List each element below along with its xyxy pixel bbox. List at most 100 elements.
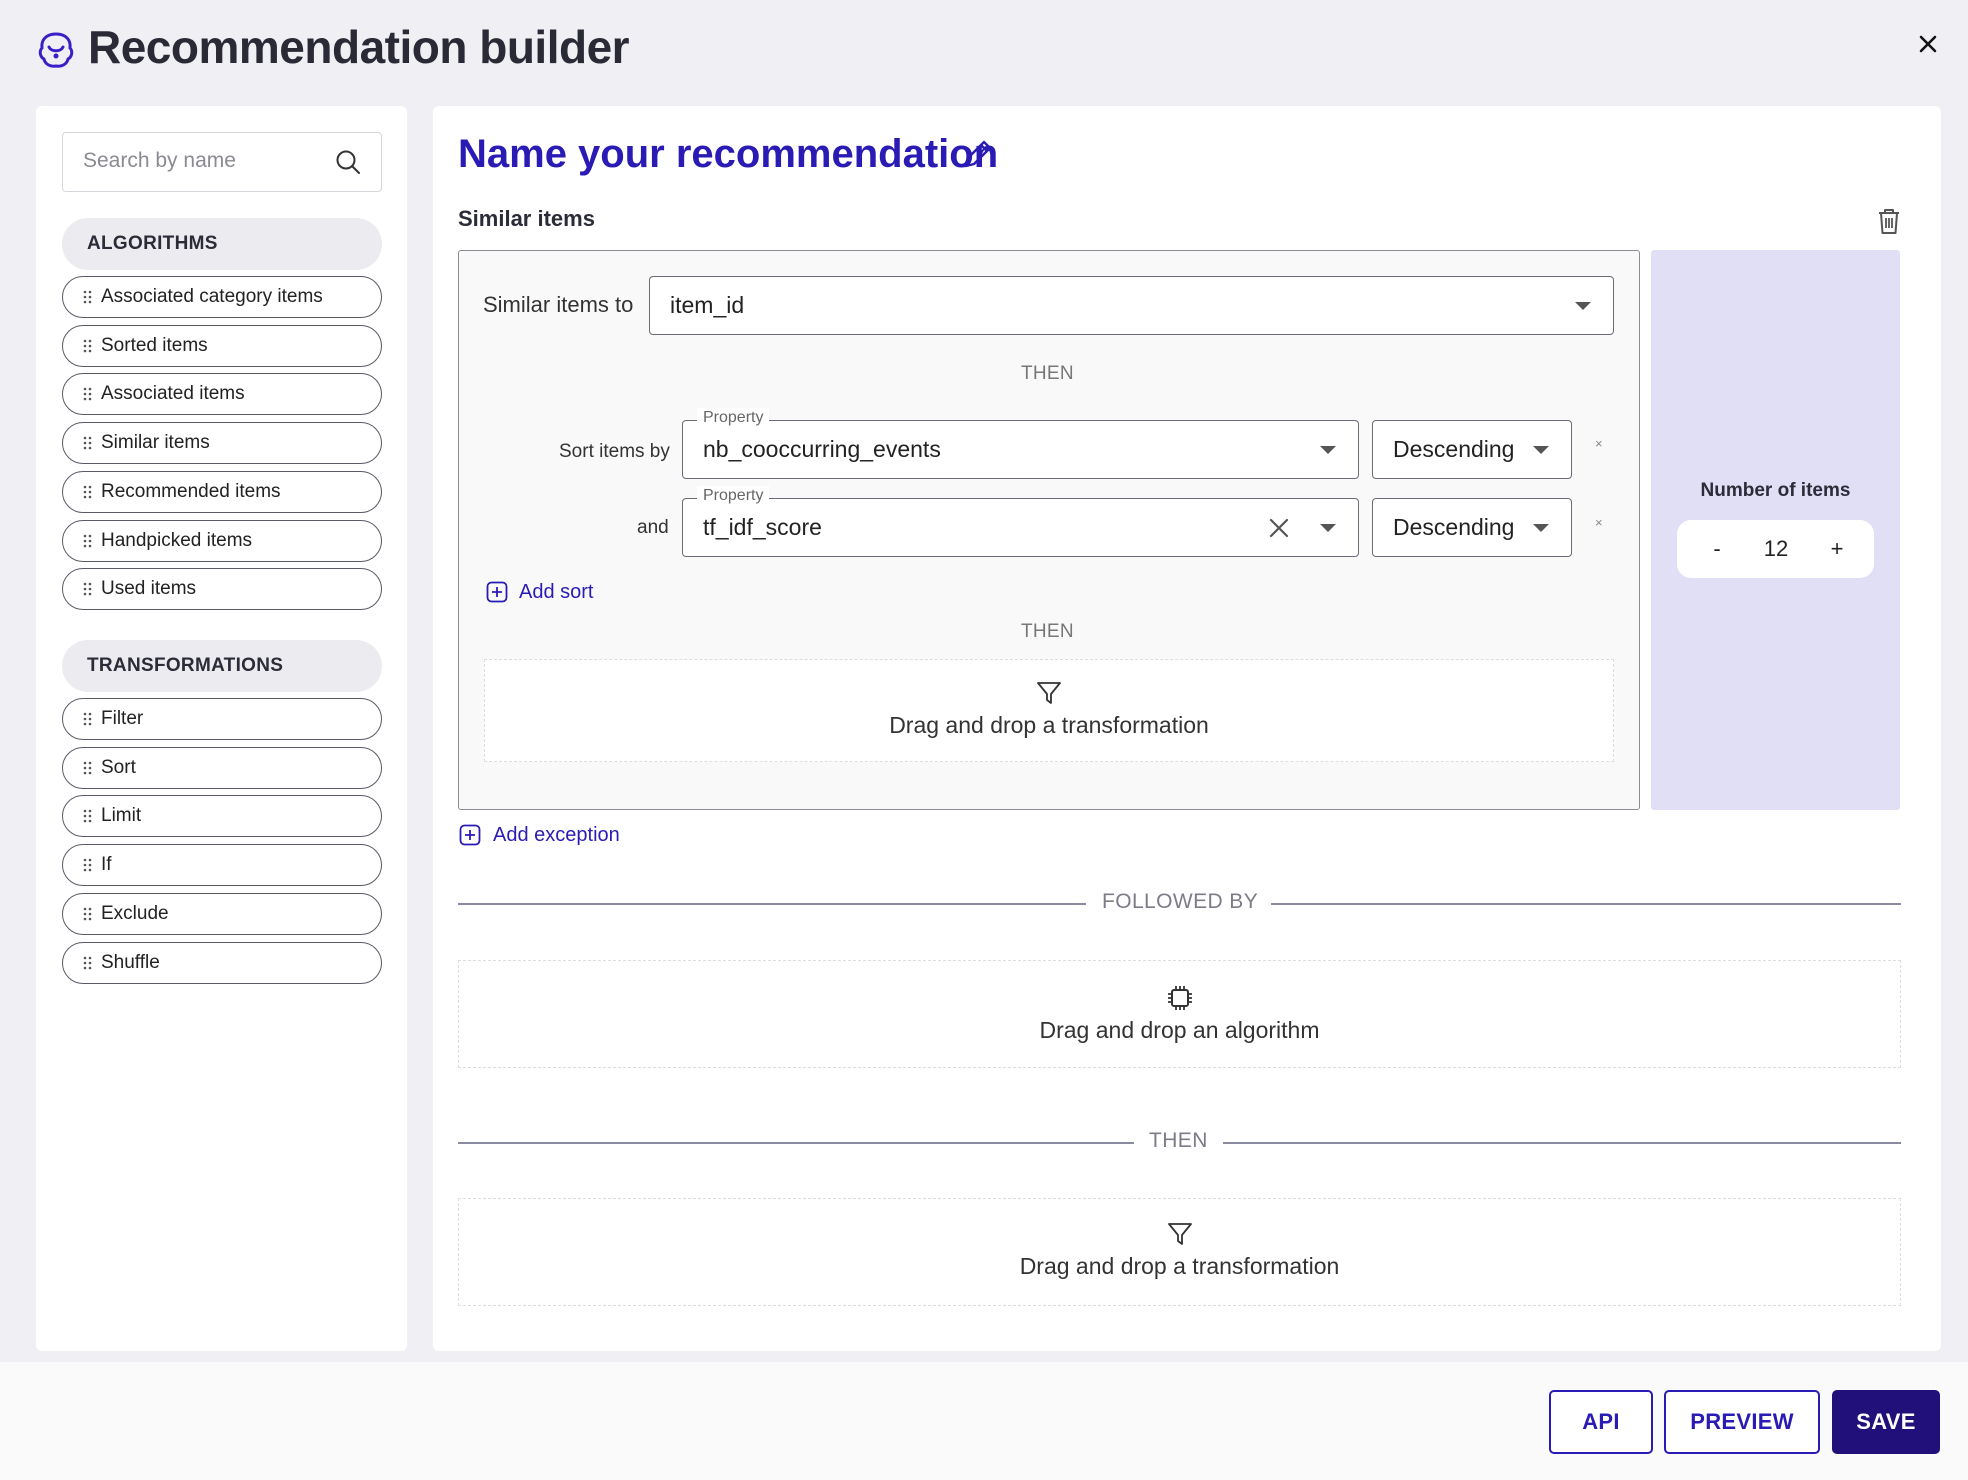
chevron-down-icon: [1320, 446, 1336, 454]
save-button[interactable]: SAVE: [1832, 1390, 1940, 1454]
algorithm-item[interactable]: Sorted items: [62, 324, 382, 367]
decrement-button[interactable]: -: [1692, 520, 1742, 578]
algorithm-item[interactable]: Associated category items: [62, 276, 382, 318]
clear-icon[interactable]: [1268, 517, 1290, 539]
transformation-item-label: Filter: [101, 708, 144, 729]
close-icon[interactable]: [1912, 28, 1944, 60]
add-square-icon[interactable]: [459, 824, 481, 846]
sort-order-value: Descending: [1393, 514, 1515, 540]
drag-handle-icon: [83, 582, 92, 596]
filter-icon: [1037, 682, 1061, 704]
similar-to-label: Similar items to: [483, 292, 634, 317]
increment-button[interactable]: +: [1812, 520, 1862, 578]
transformation-item[interactable]: Exclude: [62, 892, 382, 935]
drag-handle-icon: [83, 956, 92, 969]
recommendation-name[interactable]: Name your recommendation: [458, 132, 998, 177]
algorithm-item[interactable]: Recommended items: [62, 470, 382, 513]
algorithm-item-label: Handpicked items: [101, 529, 253, 551]
sort-property-value: tf_idf_score: [703, 514, 822, 540]
drag-handle-icon: [83, 339, 92, 352]
algorithm-dropzone[interactable]: Drag and drop an algorithm: [458, 960, 1901, 1068]
footer: API PREVIEW SAVE: [0, 1362, 1968, 1480]
drag-handle-icon: [83, 534, 92, 547]
similar-items-block: Similar items to item_id THEN Sort items…: [458, 250, 1640, 810]
sort-property-select-1[interactable]: Property nb_cooccurring_events: [682, 408, 1359, 479]
transformation-item[interactable]: Shuffle: [62, 941, 382, 984]
pencil-icon[interactable]: [960, 138, 994, 172]
algorithms-heading: ALGORITHMS: [62, 218, 382, 270]
dropzone-text: Drag and drop a transformation: [889, 712, 1209, 738]
quantity-stepper: - 12 +: [1677, 520, 1874, 578]
similar-to-value: item_id: [670, 292, 745, 318]
algorithm-item-label: Similar items: [101, 432, 210, 454]
chip-icon: [1167, 986, 1192, 1010]
algorithm-item-label: Sorted items: [101, 334, 208, 356]
transformation-dropzone[interactable]: Drag and drop a transformation: [484, 659, 1614, 762]
search-box: [62, 132, 382, 192]
divider: [458, 1142, 1134, 1144]
number-of-items-label: Number of items: [1700, 480, 1851, 501]
sort-order-select-1[interactable]: Descending: [1372, 420, 1572, 479]
add-sort-button[interactable]: Add sort: [519, 581, 593, 604]
transformation-item[interactable]: If: [62, 844, 382, 887]
chevron-down-icon: [1533, 524, 1549, 532]
search-input[interactable]: [83, 133, 333, 189]
algorithm-item-label: Associated category items: [101, 286, 323, 307]
page-title: Recommendation builder: [88, 21, 630, 73]
sort-property-select-2[interactable]: Property tf_idf_score: [682, 486, 1359, 557]
filter-icon: [1167, 1223, 1192, 1245]
then-label: THEN: [1021, 363, 1074, 384]
divider: [458, 903, 1086, 905]
sidebar: ALGORITHMS Associated category items Sort…: [36, 106, 407, 1351]
add-square-icon[interactable]: [486, 581, 508, 603]
items-count[interactable]: 12: [1737, 520, 1815, 578]
then-label: THEN: [1021, 621, 1074, 642]
transformations-heading: TRANSFORMATIONS: [62, 640, 382, 692]
transformation-item[interactable]: Limit: [62, 795, 382, 838]
dropzone-text: Drag and drop a transformation: [1019, 1253, 1340, 1279]
drag-handle-icon: [83, 858, 92, 872]
transformation-item-label: Sort: [101, 756, 136, 778]
remove-sort-button[interactable]: ×: [1595, 515, 1603, 530]
sort-property-value: nb_cooccurring_events: [703, 436, 941, 462]
drag-handle-icon: [83, 907, 92, 921]
chevron-down-icon: [1533, 446, 1549, 454]
drag-handle-icon: [83, 761, 92, 774]
algorithm-item-label: Used items: [101, 578, 197, 600]
drag-handle-icon: [83, 712, 92, 726]
and-label: and: [637, 517, 669, 538]
block-title: Similar items: [458, 206, 595, 231]
transformation-item-label: Limit: [101, 805, 142, 827]
builder-canvas: Name your recommendation Similar items S…: [433, 106, 1941, 1351]
algorithm-item[interactable]: Associated items: [62, 373, 382, 416]
search-icon[interactable]: [335, 149, 361, 175]
transformation-item-label: Exclude: [101, 902, 169, 924]
algorithm-item[interactable]: Handpicked items: [62, 519, 382, 562]
remove-sort-button[interactable]: ×: [1595, 436, 1603, 451]
header: Recommendation builder: [0, 0, 1968, 100]
transformation-item[interactable]: Sort: [62, 746, 382, 789]
algorithm-item-label: Recommended items: [101, 480, 281, 502]
trash-icon[interactable]: [1875, 206, 1903, 236]
sort-by-label: Sort items by: [559, 441, 670, 462]
transformation-item[interactable]: Filter: [62, 698, 382, 740]
drag-handle-icon: [83, 436, 92, 450]
drag-handle-icon: [83, 290, 92, 304]
transformation-dropzone[interactable]: Drag and drop a transformation: [458, 1198, 1901, 1306]
algorithm-item-label: Associated items: [101, 383, 245, 405]
transformation-item-label: Shuffle: [101, 951, 160, 973]
api-button[interactable]: API: [1549, 1390, 1653, 1454]
drag-handle-icon: [83, 485, 92, 499]
drag-handle-icon: [83, 388, 92, 401]
sort-order-value: Descending: [1393, 436, 1515, 462]
chevron-down-icon: [1575, 302, 1591, 310]
divider: [1271, 903, 1901, 905]
similar-to-select[interactable]: item_id: [649, 276, 1614, 335]
algorithm-item[interactable]: Used items: [62, 568, 382, 611]
drag-handle-icon: [83, 810, 92, 823]
algorithm-item[interactable]: Similar items: [62, 422, 382, 465]
transformation-item-label: If: [101, 854, 112, 876]
preview-button[interactable]: PREVIEW: [1664, 1390, 1820, 1454]
sort-order-select-2[interactable]: Descending: [1372, 498, 1572, 557]
add-exception-button[interactable]: Add exception: [493, 824, 620, 847]
